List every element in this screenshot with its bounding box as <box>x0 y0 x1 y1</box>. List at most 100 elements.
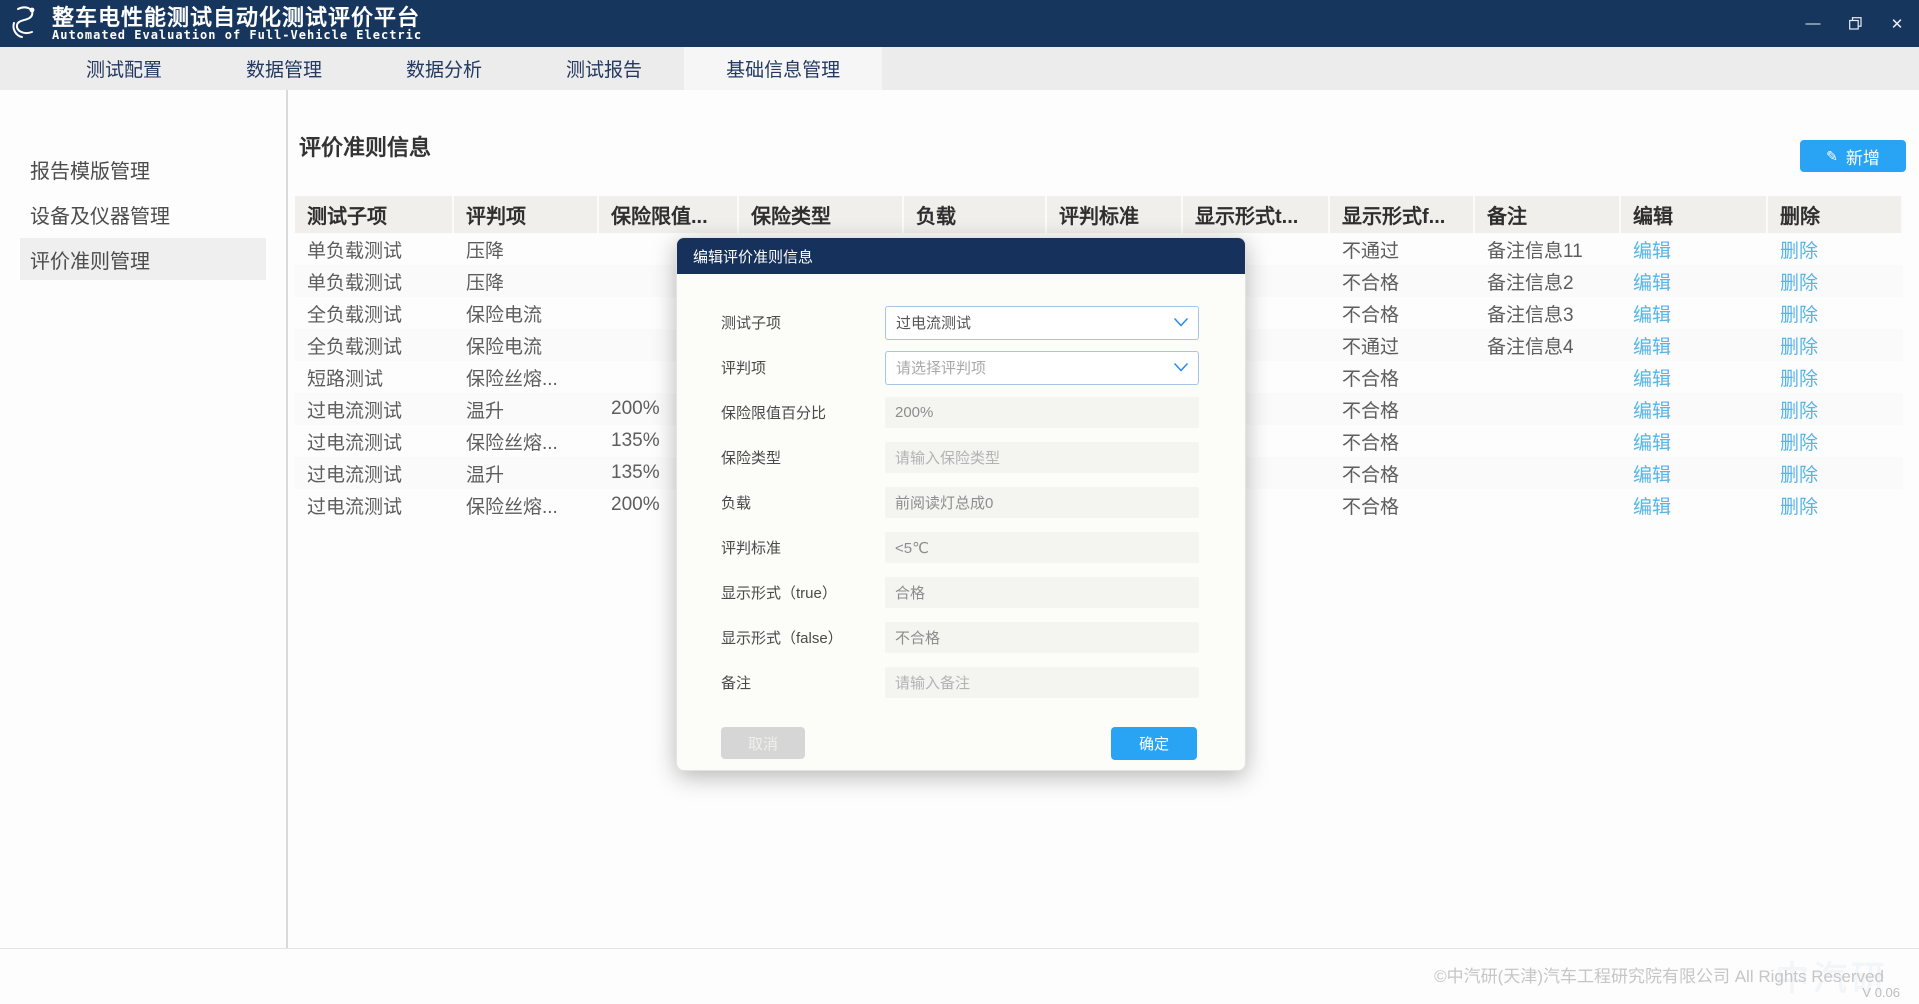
delete-link[interactable]: 删除 <box>1768 393 1903 425</box>
delete-link[interactable]: 删除 <box>1768 489 1903 521</box>
select-test-subitem[interactable]: 过电流测试 <box>885 306 1199 340</box>
tab-data-management[interactable]: 数据管理 <box>204 47 364 90</box>
edit-link[interactable]: 编辑 <box>1621 233 1768 265</box>
table-cell: 备注信息2 <box>1475 265 1621 297</box>
delete-link[interactable]: 删除 <box>1768 329 1903 361</box>
copyright-text: ©中汽研(天津)汽车工程研究院有限公司 All Rights Reserved <box>1434 962 1884 987</box>
tab-data-analysis[interactable]: 数据分析 <box>364 47 524 90</box>
field-row-fuse-limit-percent: 保险限值百分比200% <box>677 390 1245 435</box>
add-button[interactable]: ✎ 新增 <box>1800 140 1906 172</box>
field-label: 保险类型 <box>721 447 885 468</box>
table-cell: 全负载测试 <box>295 297 454 329</box>
column-header: 删除 <box>1768 196 1903 233</box>
table-cell: 保险丝熔... <box>454 361 599 393</box>
restore-icon <box>1849 17 1862 30</box>
table-cell <box>1475 489 1621 521</box>
field-label: 评判标准 <box>721 537 885 558</box>
field-row-remark: 备注请输入备注 <box>677 660 1245 705</box>
column-header: 负载 <box>904 196 1047 233</box>
sidebar-item-evaluation-criteria-management[interactable]: 评价准则管理 <box>20 238 266 280</box>
table-cell <box>1475 361 1621 393</box>
input-remark[interactable]: 请输入备注 <box>885 667 1199 698</box>
table-cell: 温升 <box>454 393 599 425</box>
sidebar: 报告模版管理设备及仪器管理评价准则管理 <box>0 90 288 948</box>
close-button[interactable]: ✕ <box>1883 10 1911 38</box>
table-cell: 过电流测试 <box>295 393 454 425</box>
input-judgement-standard[interactable]: <5℃ <box>885 532 1199 563</box>
edit-link[interactable]: 编辑 <box>1621 393 1768 425</box>
table-cell: 单负载测试 <box>295 265 454 297</box>
nav-tabs: 测试配置数据管理数据分析测试报告基础信息管理 <box>0 47 1919 90</box>
column-header: 保险限值... <box>599 196 739 233</box>
restore-button[interactable] <box>1841 10 1869 38</box>
table-cell: 过电流测试 <box>295 457 454 489</box>
app-logo-icon <box>8 3 42 44</box>
column-header: 评判标准 <box>1047 196 1183 233</box>
select-value: 过电流测试 <box>896 312 971 333</box>
table-cell: 保险丝熔... <box>454 425 599 457</box>
table-cell: 单负载测试 <box>295 233 454 265</box>
column-header: 显示形式t... <box>1183 196 1330 233</box>
input-display-true[interactable]: 合格 <box>885 577 1199 608</box>
table-cell <box>1475 457 1621 489</box>
delete-link[interactable]: 删除 <box>1768 297 1903 329</box>
table-cell: 过电流测试 <box>295 425 454 457</box>
field-label: 保险限值百分比 <box>721 402 885 423</box>
window-controls: — ✕ <box>1799 0 1911 47</box>
table-header: 测试子项评判项保险限值...保险类型负载评判标准显示形式t...显示形式f...… <box>295 196 1903 233</box>
table-cell: 不合格 <box>1330 457 1475 489</box>
table-cell: 过电流测试 <box>295 489 454 521</box>
delete-link[interactable]: 删除 <box>1768 265 1903 297</box>
table-cell: 不通过 <box>1330 233 1475 265</box>
table-cell: 保险丝熔... <box>454 489 599 521</box>
modal-fields: 测试子项过电流测试评判项请选择评判项保险限值百分比200%保险类型请输入保险类型… <box>677 274 1245 705</box>
input-display-false[interactable]: 不合格 <box>885 622 1199 653</box>
delete-link[interactable]: 删除 <box>1768 233 1903 265</box>
select-judgement-item[interactable]: 请选择评判项 <box>885 351 1199 385</box>
chevron-down-icon <box>1174 318 1188 327</box>
table-cell: 不合格 <box>1330 489 1475 521</box>
footer: 中汽研 ©中汽研(天津)汽车工程研究院有限公司 All Rights Reser… <box>0 948 1919 1004</box>
table-cell: 不合格 <box>1330 361 1475 393</box>
sidebar-item-report-template-management[interactable]: 报告模版管理 <box>20 148 266 190</box>
delete-link[interactable]: 删除 <box>1768 457 1903 489</box>
page-title: 评价准则信息 <box>299 130 431 162</box>
sidebar-item-device-instrument-management[interactable]: 设备及仪器管理 <box>20 193 266 235</box>
minimize-button[interactable]: — <box>1799 10 1827 38</box>
field-row-load: 负载前阅读灯总成0 <box>677 480 1245 525</box>
field-label: 测试子项 <box>721 312 885 333</box>
confirm-button[interactable]: 确定 <box>1111 727 1197 760</box>
table-cell: 保险电流 <box>454 329 599 361</box>
cancel-button[interactable]: 取消 <box>721 727 805 759</box>
tab-test-config[interactable]: 测试配置 <box>44 47 204 90</box>
tab-basic-info-management[interactable]: 基础信息管理 <box>684 47 882 90</box>
add-button-label: 新增 <box>1846 144 1880 169</box>
table-cell: 不合格 <box>1330 393 1475 425</box>
column-header: 编辑 <box>1621 196 1768 233</box>
edit-link[interactable]: 编辑 <box>1621 297 1768 329</box>
edit-link[interactable]: 编辑 <box>1621 457 1768 489</box>
edit-link[interactable]: 编辑 <box>1621 265 1768 297</box>
delete-link[interactable]: 删除 <box>1768 425 1903 457</box>
field-row-fuse-type: 保险类型请输入保险类型 <box>677 435 1245 480</box>
edit-link[interactable]: 编辑 <box>1621 425 1768 457</box>
field-row-judgement-item: 评判项请选择评判项 <box>677 345 1245 390</box>
column-header: 保险类型 <box>739 196 904 233</box>
input-fuse-type[interactable]: 请输入保险类型 <box>885 442 1199 473</box>
table-cell: 短路测试 <box>295 361 454 393</box>
input-fuse-limit-percent[interactable]: 200% <box>885 397 1199 428</box>
pencil-icon: ✎ <box>1826 148 1838 165</box>
field-label: 备注 <box>721 672 885 693</box>
table-cell: 不合格 <box>1330 265 1475 297</box>
edit-criteria-modal: 编辑评价准则信息 测试子项过电流测试评判项请选择评判项保险限值百分比200%保险… <box>676 237 1246 771</box>
field-label: 显示形式（true） <box>721 582 885 603</box>
edit-link[interactable]: 编辑 <box>1621 329 1768 361</box>
field-row-judgement-standard: 评判标准<5℃ <box>677 525 1245 570</box>
edit-link[interactable]: 编辑 <box>1621 361 1768 393</box>
table-cell: 全负载测试 <box>295 329 454 361</box>
delete-link[interactable]: 删除 <box>1768 361 1903 393</box>
tab-test-report[interactable]: 测试报告 <box>524 47 684 90</box>
edit-link[interactable]: 编辑 <box>1621 489 1768 521</box>
input-load[interactable]: 前阅读灯总成0 <box>885 487 1199 518</box>
field-row-display-false: 显示形式（false）不合格 <box>677 615 1245 660</box>
